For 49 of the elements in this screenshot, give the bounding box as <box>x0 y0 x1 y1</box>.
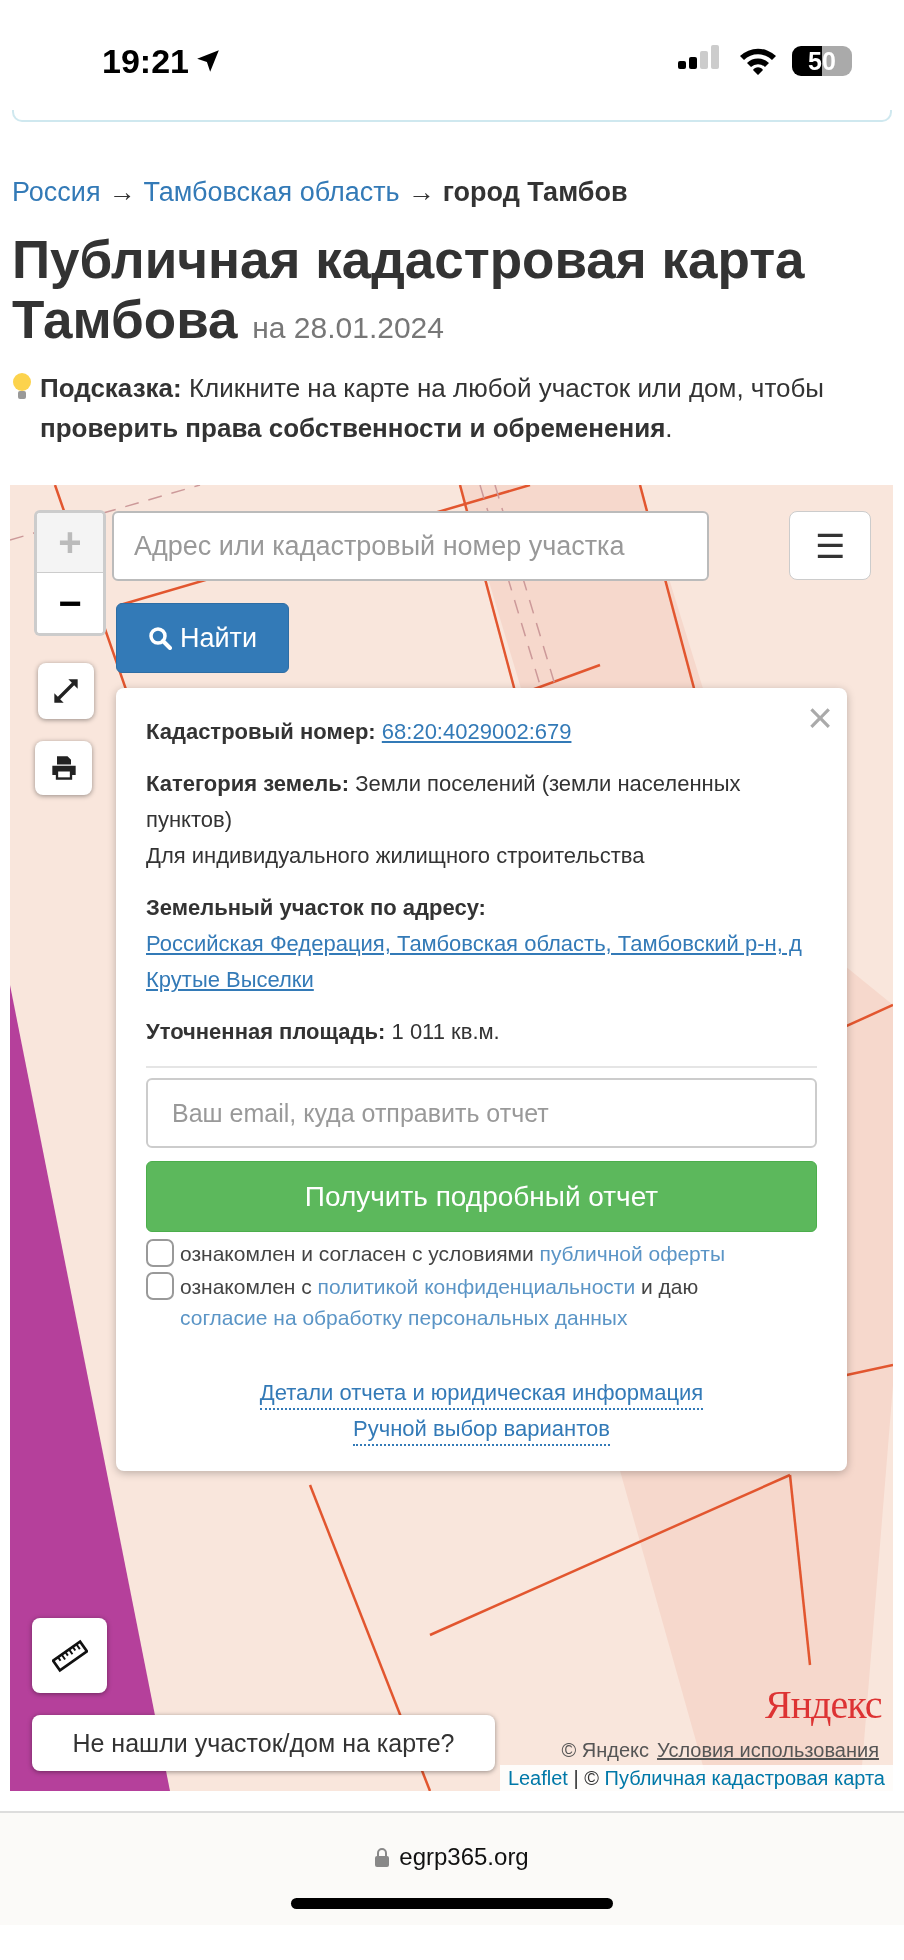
checkbox[interactable] <box>146 1239 174 1267</box>
breadcrumb-separator: → <box>407 177 435 208</box>
info-link[interactable]: Детали отчета и юридическая информация <box>259 1378 704 1410</box>
field-link[interactable]: Российская Федерация, Тамбовская область, Тамбовский р-н, д Крутые Выселки <box>146 926 817 998</box>
map-logo: Яндекс <box>765 1681 882 1728</box>
measure-button[interactable] <box>32 1618 107 1693</box>
field-value: Для индивидуального жилищного строительства <box>146 843 645 868</box>
close-button[interactable]: × <box>807 696 833 740</box>
search-icon <box>147 626 172 650</box>
breadcrumb-separator: → <box>108 177 136 208</box>
get-report-button[interactable]: Получить подробный отчет <box>146 1161 817 1232</box>
hint-text: Подсказка: Кликните на карте на любой участок или дом, чтобы проверить права собственности и обременения. <box>40 372 826 445</box>
breadcrumb-current: город Тамбов <box>442 177 628 208</box>
consent-link[interactable]: публичной оферты <box>539 1242 726 1265</box>
attribution-separator: | © <box>572 1767 600 1789</box>
field-label: Земельный участок по адресу: <box>146 895 486 920</box>
address-url[interactable]: egrp365.org <box>399 1843 529 1871</box>
battery-icon: 50 <box>792 46 852 76</box>
ruler-icon <box>51 1637 88 1674</box>
diagonal-arrows-icon <box>52 677 80 705</box>
print-button[interactable] <box>35 741 92 795</box>
email-field[interactable]: Ваш email, куда отправить отчет <box>146 1078 817 1148</box>
fullscreen-button[interactable] <box>38 663 94 719</box>
breadcrumb-link[interactable]: Тамбовская область <box>143 177 400 208</box>
lightbulb-icon <box>12 372 32 402</box>
field-text: Категория земель: Земли поселений (земли населенных пунктов) <box>146 770 742 834</box>
consent-link[interactable]: политикой конфиденциальности <box>317 1275 636 1298</box>
consent-link[interactable]: согласие на обработку персональных данных <box>180 1306 628 1329</box>
breadcrumb-link[interactable]: Россия <box>12 177 101 208</box>
printer-icon <box>49 754 78 782</box>
clock-time: 19:21 <box>102 41 189 81</box>
menu-button[interactable]: ☰ <box>789 511 871 580</box>
field-text: Уточненная площадь: 1 011 кв.м. <box>146 1018 501 1046</box>
not-found-button[interactable]: Не нашли участок/дом на карте? <box>32 1715 495 1771</box>
attribution-link[interactable]: Публичная кадастровая карта <box>604 1767 885 1789</box>
info-link[interactable]: Ручной выбор вариантов <box>353 1414 610 1446</box>
field-label: Кадастровый номер: <box>146 719 376 744</box>
attribution-link[interactable]: Leaflet <box>507 1767 568 1789</box>
terms-link[interactable]: Условия использования <box>657 1739 879 1761</box>
search-field[interactable]: Адрес или кадастровый номер участка <box>112 511 709 581</box>
copyright-text: © Яндекс <box>561 1739 649 1761</box>
wifi-icon <box>738 46 778 76</box>
checkbox[interactable] <box>146 1272 174 1300</box>
page-title: Публичная кадастровая карта Тамбова на 28.01.2024 <box>12 230 806 351</box>
consent-text: ознакомлен с политикой конфиденциальности и даю согласие на обработку персональных данных <box>180 1274 700 1331</box>
consent-text: ознакомлен и согласен с условиями публичной оферты <box>180 1241 726 1267</box>
find-button[interactable]: Найти <box>116 603 289 673</box>
field-link[interactable]: 68:20:4029002:679 <box>381 714 572 750</box>
lock-icon <box>375 1847 390 1867</box>
